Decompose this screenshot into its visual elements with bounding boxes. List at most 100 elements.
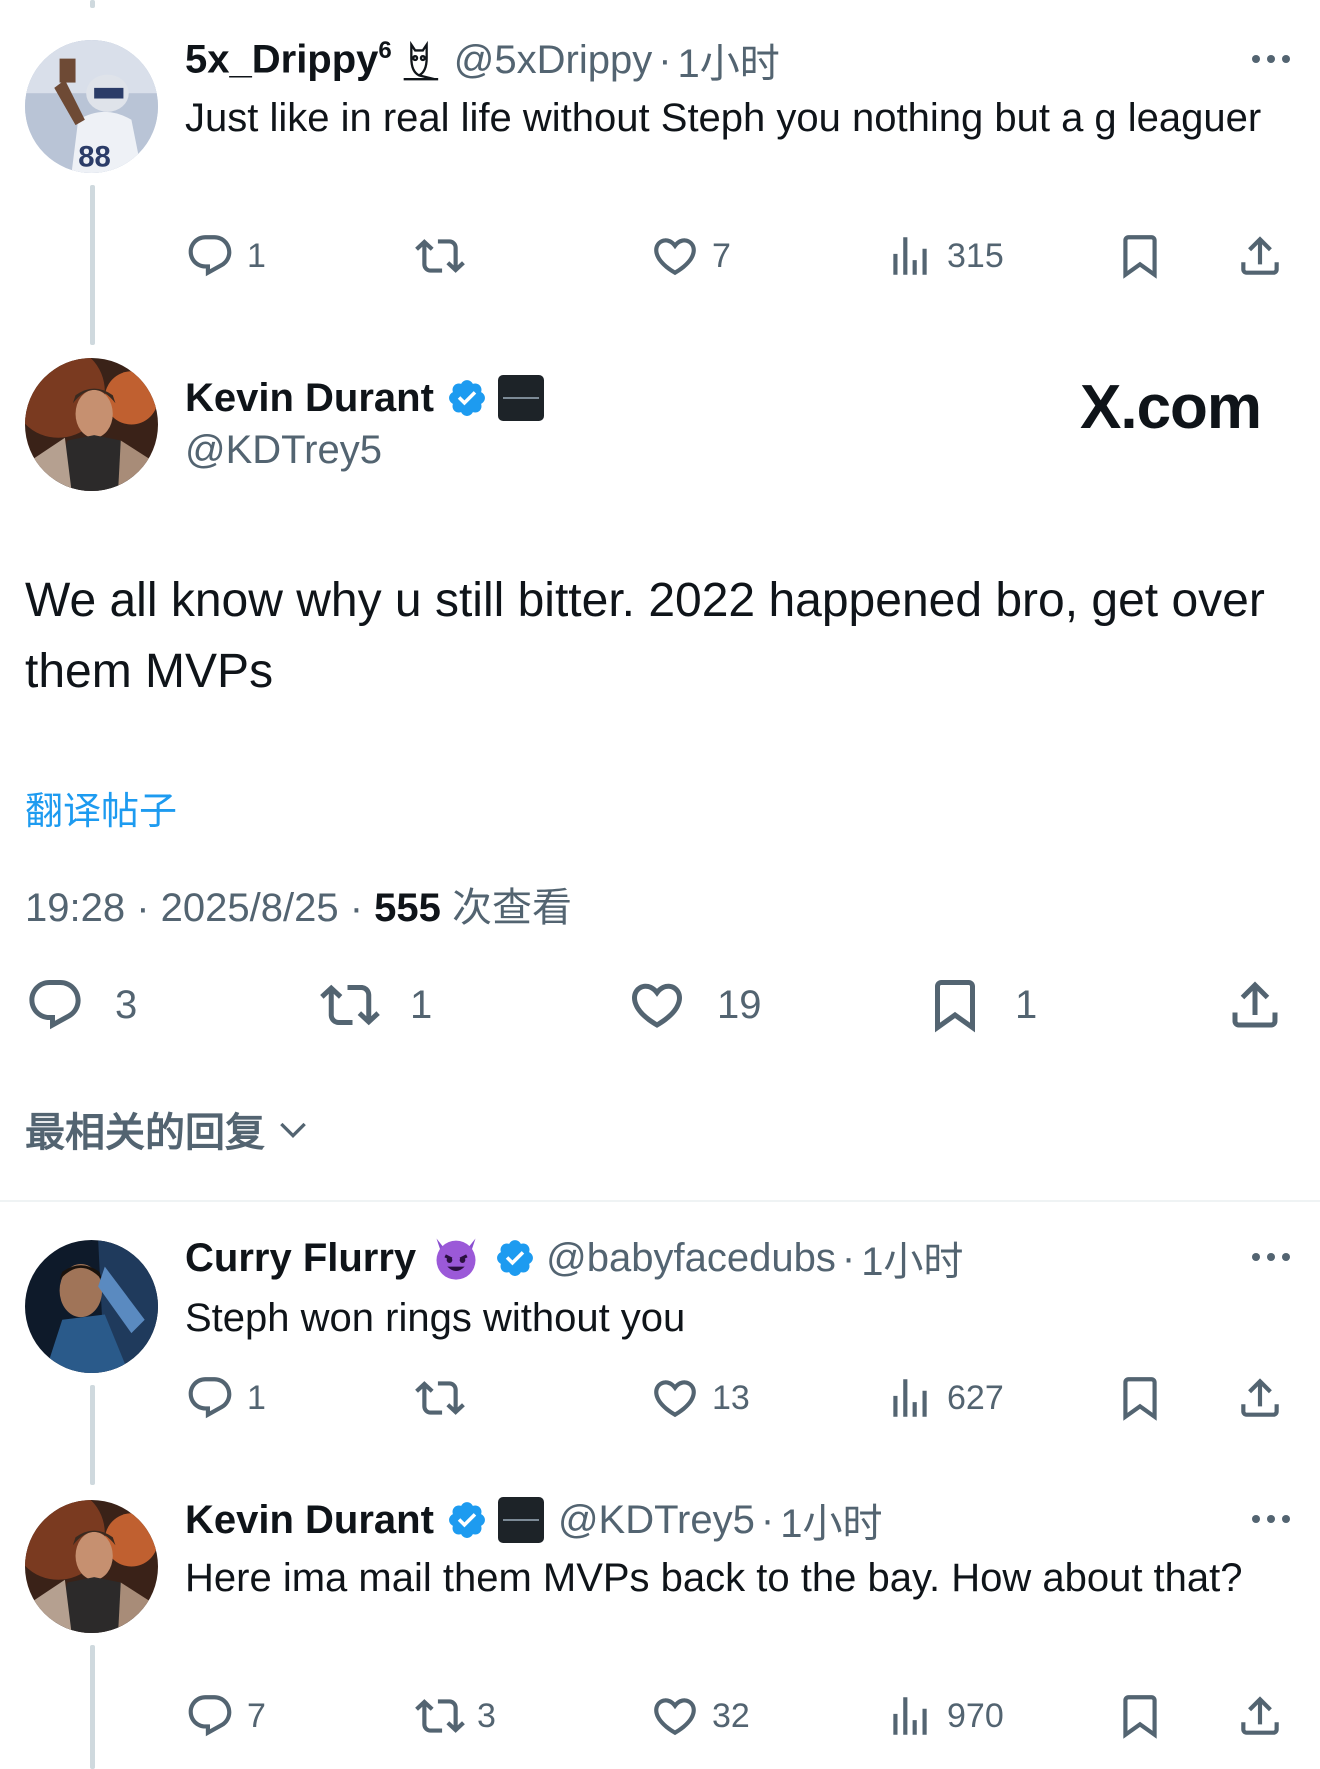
main-header: Kevin Durant (185, 370, 544, 426)
chevron-down-icon (280, 1122, 306, 1139)
retweet-icon (415, 231, 465, 281)
devil-emoji (430, 1232, 482, 1284)
retweet-icon (320, 975, 380, 1035)
verified-icon (494, 1237, 536, 1279)
main-text: We all know why u still bitter. 2022 hap… (25, 574, 1265, 698)
reply2-handle[interactable]: @babyfacedubs (546, 1236, 836, 1281)
share-button[interactable] (1235, 1690, 1285, 1742)
reply-button[interactable]: 1 (185, 230, 266, 282)
reply2-actions: 1 13 627 (185, 1372, 1285, 1424)
more-icon[interactable] (1252, 1515, 1290, 1523)
main-bookmark-button[interactable]: 1 (925, 975, 1037, 1035)
main-time[interactable]: 19:28 (25, 886, 125, 930)
bookmark-icon (1115, 1691, 1165, 1741)
thread-line-2 (90, 1385, 95, 1485)
reply3-author-name[interactable]: Kevin Durant (185, 1498, 434, 1543)
share-icon (1235, 231, 1285, 281)
reply2-header: Curry Flurry @babyfacedubs · 1小时 (185, 1230, 963, 1286)
main-retweet-button[interactable]: 1 (320, 975, 432, 1035)
reply-icon (185, 1691, 235, 1741)
retweet-icon (415, 1691, 465, 1741)
thread-line-3 (90, 1645, 95, 1769)
more-icon[interactable] (1252, 55, 1290, 63)
reply-icon (185, 231, 235, 281)
retweet-button[interactable]: 3 (415, 1690, 496, 1742)
reply1-actions: 1 7 315 (185, 230, 1285, 282)
verified-icon (446, 1499, 488, 1541)
views-icon (885, 1373, 935, 1423)
reply-button[interactable]: 1 (185, 1372, 266, 1424)
avatar-5xdrippy[interactable]: 88 (25, 40, 158, 173)
retweet-icon (415, 1373, 465, 1423)
avatar-curry-flurry[interactable] (25, 1240, 158, 1373)
owl-icon (396, 37, 442, 83)
reply2-time[interactable]: 1小时 (861, 1229, 963, 1287)
x-com-watermark: X.com (1080, 373, 1262, 442)
reply1-handle[interactable]: @5xDrippy (454, 38, 652, 83)
reply-icon (25, 975, 85, 1035)
main-share-button[interactable] (1225, 975, 1285, 1035)
reply1-text: Just like in real life without Steph you… (185, 96, 1262, 140)
reply3-handle[interactable]: @KDTrey5 (558, 1498, 755, 1543)
share-button[interactable] (1235, 230, 1285, 282)
main-handle[interactable]: @KDTrey5 (185, 428, 382, 473)
svg-text:88: 88 (78, 141, 111, 173)
views-button[interactable]: 970 (885, 1690, 1004, 1742)
sort-replies-button[interactable]: 最相关的回复 (25, 1100, 313, 1158)
bookmark-icon (1115, 231, 1165, 281)
reply1-header: 5x_Drippy6 @5xDrippy · 1小时 (185, 32, 780, 88)
separator-dot: · (841, 1235, 856, 1280)
retweet-button[interactable] (415, 1372, 477, 1424)
main-like-button[interactable]: 19 (627, 975, 762, 1035)
bookmark-icon (925, 975, 985, 1035)
reply2-text: Steph won rings without you (185, 1296, 686, 1340)
like-button[interactable]: 32 (650, 1690, 750, 1742)
separator-dot: · (760, 1497, 775, 1542)
reply1-author-name[interactable]: 5x_Drippy6 (185, 37, 392, 82)
reply3-header: Kevin Durant @KDTrey5 · 1小时 (185, 1492, 882, 1548)
reply-icon (185, 1373, 235, 1423)
share-button[interactable] (1235, 1372, 1285, 1424)
verified-icon (446, 377, 488, 419)
boardroom-badge[interactable] (497, 1497, 544, 1543)
like-icon (627, 975, 687, 1035)
reply3-actions: 7 3 32 970 (185, 1690, 1285, 1742)
sort-label: 最相关的回复 (25, 1111, 265, 1155)
share-icon (1235, 1691, 1285, 1741)
like-button[interactable]: 13 (650, 1372, 750, 1424)
views-button[interactable]: 315 (885, 230, 1004, 282)
more-icon[interactable] (1252, 1253, 1290, 1261)
section-divider (0, 1200, 1320, 1202)
bookmark-icon (1115, 1373, 1165, 1423)
like-icon (650, 1691, 700, 1741)
reply1-time[interactable]: 1小时 (678, 31, 780, 89)
main-meta: 19:28 · 2025/8/25 · 555 次查看 (25, 886, 573, 930)
avatar-kevin-durant-reply[interactable] (25, 1500, 158, 1633)
reply2-author-name[interactable]: Curry Flurry (185, 1236, 416, 1281)
like-button[interactable]: 7 (650, 230, 731, 282)
main-author-name[interactable]: Kevin Durant (185, 376, 434, 421)
main-views-label: 次查看 (452, 886, 573, 930)
views-icon (885, 231, 935, 281)
main-date[interactable]: 2025/8/25 (161, 886, 339, 930)
boardroom-badge[interactable] (497, 375, 544, 421)
translate-link[interactable]: 翻译帖子 (25, 780, 177, 835)
share-icon (1235, 1373, 1285, 1423)
thread-line-1 (90, 185, 95, 345)
reply3-time[interactable]: 1小时 (780, 1491, 882, 1549)
separator-dot: · (658, 37, 672, 82)
retweet-button[interactable] (415, 230, 477, 282)
thread-line-top (90, 0, 95, 8)
avatar-kevin-durant[interactable] (25, 358, 158, 491)
main-view-count: 555 (374, 886, 441, 930)
like-icon (650, 1373, 700, 1423)
bookmark-button[interactable] (1115, 1690, 1165, 1742)
reply-button[interactable]: 7 (185, 1690, 266, 1742)
main-reply-button[interactable]: 3 (25, 975, 137, 1035)
bookmark-button[interactable] (1115, 1372, 1165, 1424)
bookmark-button[interactable] (1115, 230, 1165, 282)
views-button[interactable]: 627 (885, 1372, 1004, 1424)
main-actions: 3 1 19 1 (25, 975, 1295, 1035)
share-icon (1225, 975, 1285, 1035)
like-icon (650, 231, 700, 281)
